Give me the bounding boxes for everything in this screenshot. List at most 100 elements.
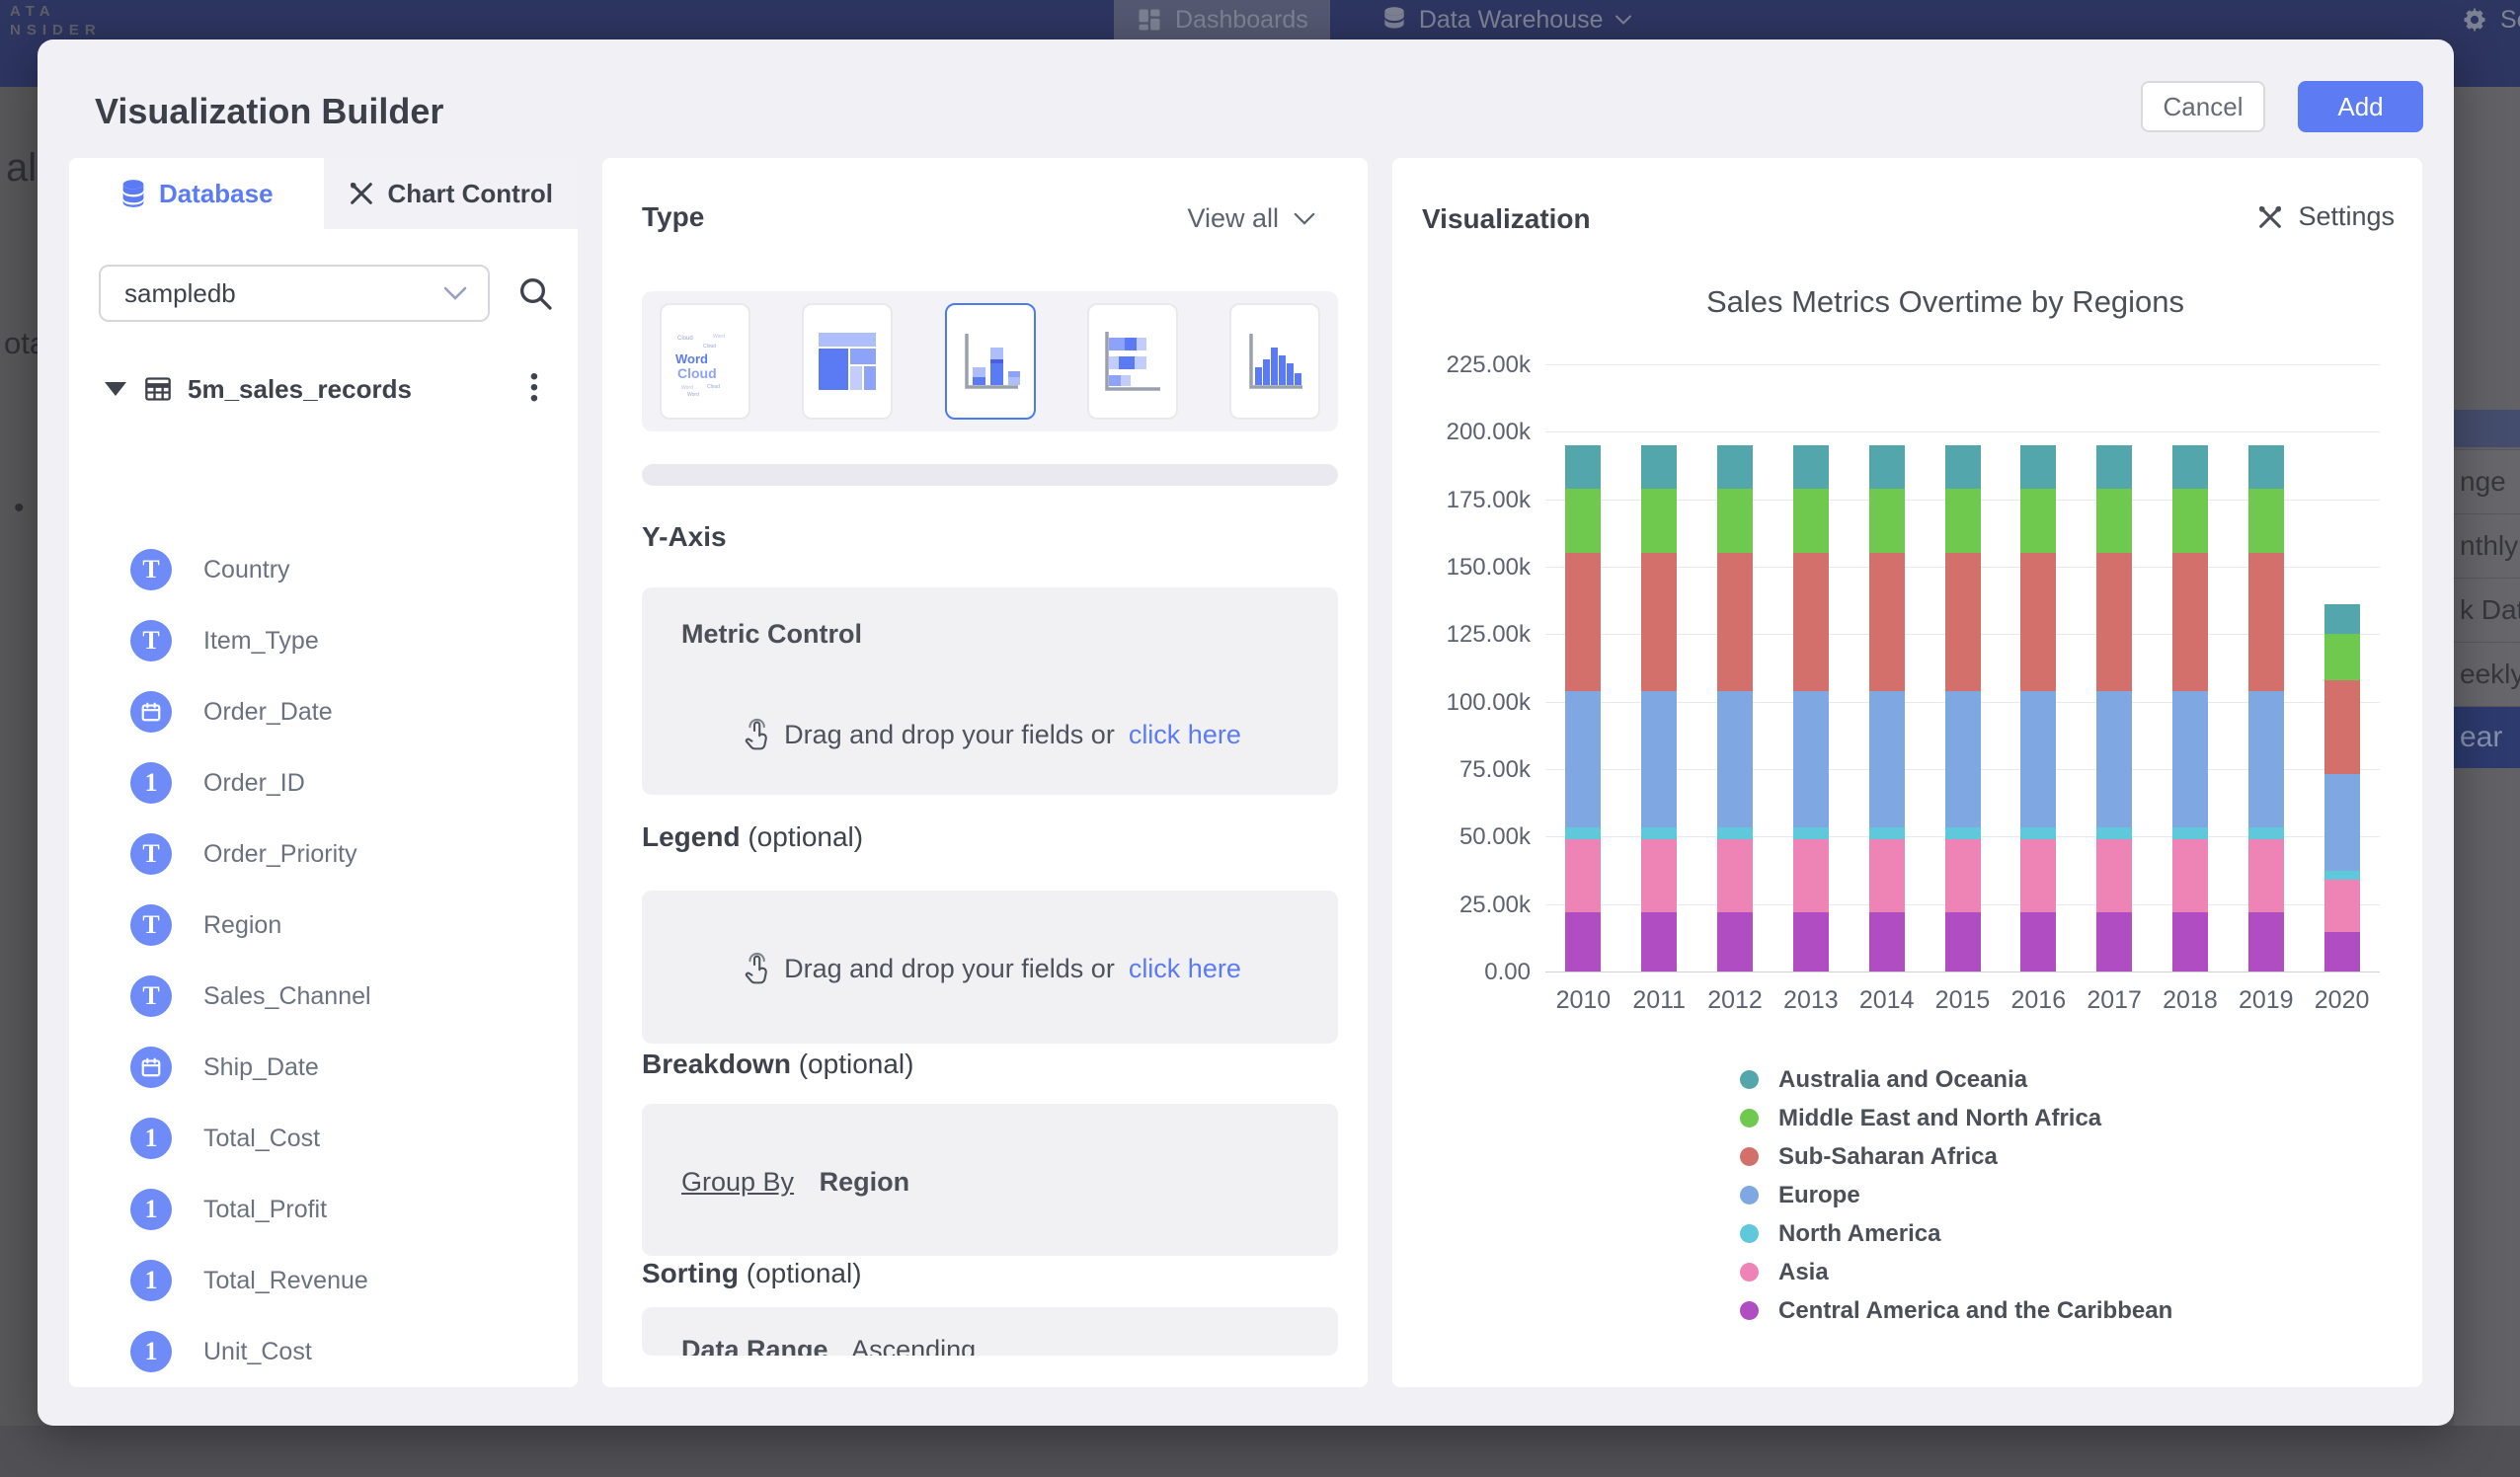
field-item-total_cost[interactable]: 1 Total_Cost bbox=[130, 1117, 320, 1160]
bar-segment-asia bbox=[2324, 880, 2360, 932]
horizontal-scrollbar[interactable] bbox=[642, 464, 1338, 486]
drag-drop-hint: Drag and drop your fields or click here bbox=[642, 718, 1338, 751]
bar-segment-north-america bbox=[2248, 827, 2284, 839]
number-field-icon: 1 bbox=[130, 1189, 172, 1230]
field-name: Order_ID bbox=[203, 769, 305, 798]
legend-label: North America bbox=[1778, 1220, 1940, 1248]
y-axis-tick-label: 125.00k bbox=[1402, 621, 1531, 649]
bar-segment-middle-east-and-north-africa bbox=[2020, 489, 2056, 554]
occluded-list-row: nge bbox=[2454, 449, 2520, 513]
field-item-region[interactable]: TRegion bbox=[130, 903, 281, 947]
field-name: Order_Priority bbox=[203, 840, 357, 869]
cancel-button[interactable]: Cancel bbox=[2141, 81, 2265, 132]
field-item-total_profit[interactable]: 1 Total_Profit bbox=[130, 1188, 327, 1231]
occluded-list-row: nthly bbox=[2454, 513, 2520, 578]
bar-segment-asia bbox=[1641, 839, 1677, 912]
legend-item: Europe bbox=[1740, 1176, 2172, 1214]
number-field-icon: 1 bbox=[130, 1118, 172, 1159]
field-item-total_revenue[interactable]: 1Total_Revenue bbox=[130, 1259, 368, 1302]
y-axis-tick-label: 175.00k bbox=[1402, 487, 1531, 514]
field-item-ship_date[interactable]: Ship_Date bbox=[130, 1046, 319, 1089]
bar-2017 bbox=[2096, 445, 2132, 972]
collapse-triangle-icon[interactable] bbox=[105, 382, 126, 396]
svg-text:Word: Word bbox=[713, 334, 725, 340]
database-select[interactable]: sampledb bbox=[99, 265, 490, 322]
metric-control-dropzone[interactable]: Metric Control Drag and drop your fields… bbox=[642, 587, 1338, 795]
legend-item: Sub-Saharan Africa bbox=[1740, 1137, 2172, 1176]
chart-type-stacked-bar[interactable] bbox=[1087, 303, 1178, 420]
field-name: Order_Date bbox=[203, 698, 333, 727]
legend-dropzone[interactable]: Drag and drop your fields or click here bbox=[642, 891, 1338, 1044]
field-item-order_priority[interactable]: T Order_Priority bbox=[130, 832, 357, 876]
bar-segment-north-america bbox=[1717, 827, 1753, 839]
bar-segment-asia bbox=[1869, 839, 1905, 912]
panel-tabs: Database Chart Control bbox=[69, 158, 578, 229]
field-item-order_id[interactable]: 1 Order_ID bbox=[130, 761, 305, 805]
field-item-item_type[interactable]: TItem_Type bbox=[130, 619, 319, 662]
kebab-menu-icon[interactable]: ••• bbox=[519, 371, 549, 404]
bar-segment-central-america-and-the-caribbean bbox=[1869, 912, 1905, 972]
bar-segment-north-america bbox=[2172, 827, 2208, 839]
bar-2016 bbox=[2020, 445, 2056, 972]
bar-segment-north-america bbox=[1565, 827, 1601, 839]
bar-segment-central-america-and-the-caribbean bbox=[2172, 912, 2208, 972]
legend-dot bbox=[1740, 1224, 1759, 1243]
tab-chart-control[interactable]: Chart Control bbox=[324, 158, 579, 229]
legend-item: North America bbox=[1740, 1214, 2172, 1253]
sorting-direction: Ascending bbox=[851, 1335, 976, 1356]
field-name: Ship_Date bbox=[203, 1053, 319, 1082]
field-item-country[interactable]: TCountry bbox=[130, 548, 290, 591]
occluded-text-fragment: al bbox=[6, 146, 37, 191]
chart-type-list: CloudWordCloudWordCloudWordCloudWord bbox=[642, 291, 1338, 431]
field-item-order_date[interactable]: Order_Date bbox=[130, 690, 333, 734]
field-name: Total_Profit bbox=[203, 1196, 327, 1224]
field-name: Total_Cost bbox=[203, 1125, 320, 1153]
chart-type-stacked-column[interactable] bbox=[945, 303, 1036, 420]
x-axis-tick-label: 2015 bbox=[1925, 986, 2001, 1015]
click-here-link[interactable]: click here bbox=[1129, 720, 1241, 750]
sorting-field[interactable]: Data Range Ascending bbox=[681, 1335, 976, 1356]
date-field-icon bbox=[130, 1047, 172, 1088]
chart-type-word-cloud[interactable]: CloudWordCloudWordCloudWordCloudWord bbox=[660, 303, 750, 420]
bar-segment-sub-saharan-africa bbox=[1945, 553, 1981, 690]
settings-button[interactable]: Settings bbox=[2256, 201, 2395, 232]
bar-segment-central-america-and-the-caribbean bbox=[1793, 912, 1829, 972]
nav-item-settings: Settings bbox=[2461, 0, 2520, 39]
x-axis-tick-label: 2011 bbox=[1621, 986, 1697, 1015]
table-name: 5m_sales_records bbox=[188, 374, 412, 405]
sorting-dropzone[interactable]: Data Range Ascending bbox=[642, 1307, 1338, 1356]
database-icon bbox=[1381, 6, 1407, 34]
add-button[interactable]: Add bbox=[2298, 81, 2423, 132]
chart-type-histogram[interactable] bbox=[1229, 303, 1320, 420]
visualization-builder-modal: Visualization Builder Cancel Add Databas… bbox=[38, 39, 2454, 1426]
text-field-icon: T bbox=[130, 620, 172, 661]
group-by-field[interactable]: Group By Region bbox=[681, 1167, 909, 1198]
field-item-unit_cost[interactable]: 1Unit_Cost bbox=[130, 1330, 312, 1373]
y-axis-heading: Y-Axis bbox=[642, 521, 727, 553]
occluded-button bbox=[2454, 410, 2520, 447]
bar-segment-sub-saharan-africa bbox=[1869, 553, 1905, 690]
view-all-dropdown[interactable]: View all bbox=[1187, 203, 1316, 234]
bar-segment-north-america bbox=[1869, 827, 1905, 839]
chart-type-treemap[interactable] bbox=[802, 303, 893, 420]
bar-2011 bbox=[1641, 445, 1677, 972]
bar-2012 bbox=[1717, 445, 1753, 972]
group-by-value: Region bbox=[820, 1167, 910, 1197]
bar-segment-europe bbox=[1869, 691, 1905, 827]
search-icon[interactable] bbox=[515, 273, 555, 313]
bar-segment-australia-and-oceania bbox=[1565, 445, 1601, 489]
click-here-link[interactable]: click here bbox=[1129, 954, 1241, 984]
table-tree-node[interactable]: 5m_sales_records ••• bbox=[105, 367, 549, 411]
text-field-icon: T bbox=[130, 975, 172, 1017]
legend-dot bbox=[1740, 1070, 1759, 1089]
breakdown-dropzone[interactable]: Group By Region bbox=[642, 1104, 1338, 1256]
bar-segment-australia-and-oceania bbox=[1793, 445, 1829, 489]
text-field-icon: T bbox=[130, 833, 172, 875]
tab-database[interactable]: Database bbox=[69, 158, 324, 229]
bar-segment-australia-and-oceania bbox=[2020, 445, 2056, 489]
number-field-icon: 1 bbox=[130, 762, 172, 804]
metric-control-label: Metric Control bbox=[681, 619, 862, 650]
database-icon bbox=[119, 179, 147, 208]
group-by-label[interactable]: Group By bbox=[681, 1167, 794, 1197]
field-item-sales_channel[interactable]: TSales_Channel bbox=[130, 974, 371, 1018]
